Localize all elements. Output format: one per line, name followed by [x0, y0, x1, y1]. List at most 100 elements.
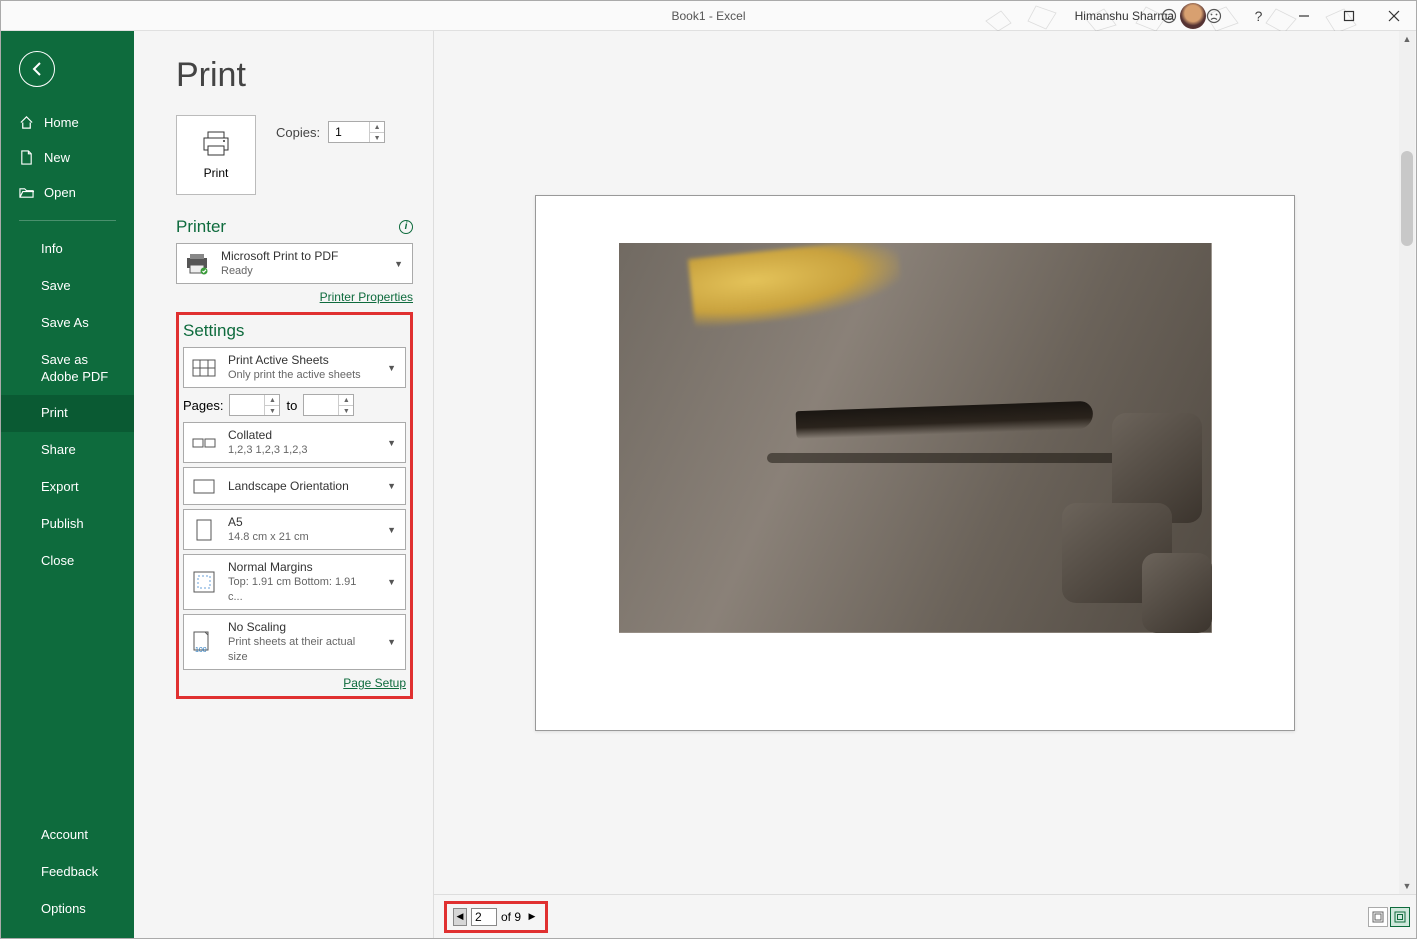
- settings-heading: Settings: [183, 321, 244, 341]
- page-preview: [535, 195, 1295, 731]
- total-pages-label: of 9: [501, 910, 521, 924]
- pages-to-input[interactable]: [304, 395, 338, 415]
- print-backstage-content: Print Print Copies: ▲▼ Printer i: [134, 31, 1416, 938]
- collate-sub: 1,2,3 1,2,3 1,2,3: [228, 443, 374, 458]
- sidebar-item-publish[interactable]: Publish: [1, 506, 134, 543]
- maximize-button[interactable]: [1326, 1, 1371, 31]
- copies-input[interactable]: [329, 122, 369, 142]
- paper-size-selector[interactable]: A5 14.8 cm x 21 cm ▼: [183, 509, 406, 550]
- printer-device-icon: [183, 250, 211, 278]
- margins-sub: Top: 1.91 cm Bottom: 1.91 c...: [228, 575, 374, 605]
- settings-highlight-box: Settings Print Active Sheets Only print …: [176, 312, 413, 699]
- spinner-up-icon[interactable]: ▲: [265, 395, 279, 406]
- pages-from-input[interactable]: [230, 395, 264, 415]
- copies-spinner[interactable]: ▲▼: [328, 121, 385, 143]
- sidebar-item-feedback[interactable]: Feedback: [1, 854, 134, 891]
- title-controls: ?: [1146, 1, 1416, 31]
- copies-label: Copies:: [276, 125, 320, 140]
- margins-selector[interactable]: Normal Margins Top: 1.91 cm Bottom: 1.91…: [183, 554, 406, 610]
- open-icon: [19, 185, 34, 200]
- chevron-down-icon: ▼: [384, 577, 399, 587]
- sidebar-item-open[interactable]: Open: [1, 175, 134, 210]
- sidebar-item-save-as[interactable]: Save As: [1, 305, 134, 342]
- sidebar-item-share[interactable]: Share: [1, 432, 134, 469]
- scaling-title: No Scaling: [228, 619, 374, 635]
- sidebar-item-new[interactable]: New: [1, 140, 134, 175]
- printer-heading: Printer: [176, 217, 226, 237]
- chevron-down-icon: ▼: [384, 438, 399, 448]
- scaling-icon: 100: [190, 628, 218, 656]
- paper-icon: [190, 516, 218, 544]
- spinner-down-icon[interactable]: ▼: [370, 133, 384, 144]
- sheet-grid-icon: [190, 354, 218, 382]
- title-bar: Book1 - Excel Himanshu Sharma ?: [1, 1, 1416, 31]
- backstage-sidebar: Home New Open Info Save Save As Save as …: [1, 31, 134, 938]
- sidebar-separator: [19, 220, 116, 221]
- help-button[interactable]: ?: [1236, 1, 1281, 31]
- landscape-icon: [190, 472, 218, 500]
- print-button[interactable]: Print: [176, 115, 256, 195]
- show-margins-button[interactable]: [1368, 907, 1388, 927]
- sidebar-item-save[interactable]: Save: [1, 268, 134, 305]
- pages-from-spinner[interactable]: ▲▼: [229, 394, 280, 416]
- zoom-to-page-button[interactable]: [1390, 907, 1410, 927]
- pages-to-label: to: [286, 398, 297, 413]
- page-navigator-highlight: ◀ of 9 ▶: [444, 901, 548, 933]
- window-title: Book1 - Excel: [671, 9, 745, 23]
- printer-selector[interactable]: Microsoft Print to PDF Ready ▼: [176, 243, 413, 284]
- scaling-selector[interactable]: 100 No Scaling Print sheets at their act…: [183, 614, 406, 670]
- sidebar-label: Open: [44, 185, 76, 200]
- close-button[interactable]: [1371, 1, 1416, 31]
- sidebar-label: New: [44, 150, 70, 165]
- sidebar-item-home[interactable]: Home: [1, 105, 134, 140]
- scroll-up-icon[interactable]: ▲: [1399, 31, 1415, 47]
- sidebar-item-save-adobe[interactable]: Save as Adobe PDF: [1, 342, 134, 396]
- print-area-sub: Only print the active sheets: [228, 368, 374, 383]
- sidebar-item-info[interactable]: Info: [1, 231, 134, 268]
- printer-status: Ready: [221, 264, 381, 279]
- orientation-selector[interactable]: Landscape Orientation ▼: [183, 467, 406, 505]
- prev-page-button[interactable]: ◀: [453, 908, 467, 926]
- current-page-input[interactable]: [471, 908, 497, 926]
- print-preview-area: ▲ ▼ ◀ of 9 ▶: [434, 31, 1416, 938]
- preview-footer: ◀ of 9 ▶: [434, 894, 1416, 938]
- spinner-down-icon[interactable]: ▼: [339, 406, 353, 417]
- coming-soon-smiley-icon[interactable]: [1146, 1, 1191, 31]
- printer-info-icon[interactable]: i: [399, 220, 413, 234]
- back-button[interactable]: [19, 51, 55, 87]
- sidebar-label: Home: [44, 115, 79, 130]
- print-button-label: Print: [204, 166, 229, 180]
- collation-selector[interactable]: Collated 1,2,3 1,2,3 1,2,3 ▼: [183, 422, 406, 463]
- printer-name: Microsoft Print to PDF: [221, 248, 381, 264]
- sidebar-item-options[interactable]: Options: [1, 891, 134, 928]
- minimize-button[interactable]: [1281, 1, 1326, 31]
- chevron-down-icon: ▼: [384, 363, 399, 373]
- print-area-selector[interactable]: Print Active Sheets Only print the activ…: [183, 347, 406, 388]
- new-icon: [19, 150, 34, 165]
- print-settings-panel: Print Print Copies: ▲▼ Printer i: [134, 31, 434, 938]
- home-icon: [19, 115, 34, 130]
- paper-title: A5: [228, 514, 374, 530]
- sidebar-item-account[interactable]: Account: [1, 817, 134, 854]
- printer-properties-link[interactable]: Printer Properties: [320, 290, 413, 304]
- feedback-frown-icon[interactable]: [1191, 1, 1236, 31]
- preview-vertical-scrollbar[interactable]: ▲ ▼: [1399, 31, 1415, 894]
- scroll-down-icon[interactable]: ▼: [1399, 878, 1415, 894]
- next-page-button[interactable]: ▶: [525, 908, 539, 926]
- sidebar-item-print[interactable]: Print: [1, 395, 134, 432]
- sidebar-item-close[interactable]: Close: [1, 543, 134, 580]
- svg-text:100: 100: [195, 647, 207, 654]
- spinner-down-icon[interactable]: ▼: [265, 406, 279, 417]
- scrollbar-thumb[interactable]: [1401, 151, 1413, 246]
- margins-title: Normal Margins: [228, 559, 374, 575]
- pages-to-spinner[interactable]: ▲▼: [303, 394, 354, 416]
- chevron-down-icon: ▼: [391, 259, 406, 269]
- spinner-up-icon[interactable]: ▲: [339, 395, 353, 406]
- sidebar-item-export[interactable]: Export: [1, 469, 134, 506]
- paper-sub: 14.8 cm x 21 cm: [228, 530, 374, 545]
- page-setup-link[interactable]: Page Setup: [343, 676, 406, 690]
- chevron-down-icon: ▼: [384, 481, 399, 491]
- spinner-up-icon[interactable]: ▲: [370, 122, 384, 133]
- chevron-down-icon: ▼: [384, 637, 399, 647]
- margins-icon: [190, 568, 218, 596]
